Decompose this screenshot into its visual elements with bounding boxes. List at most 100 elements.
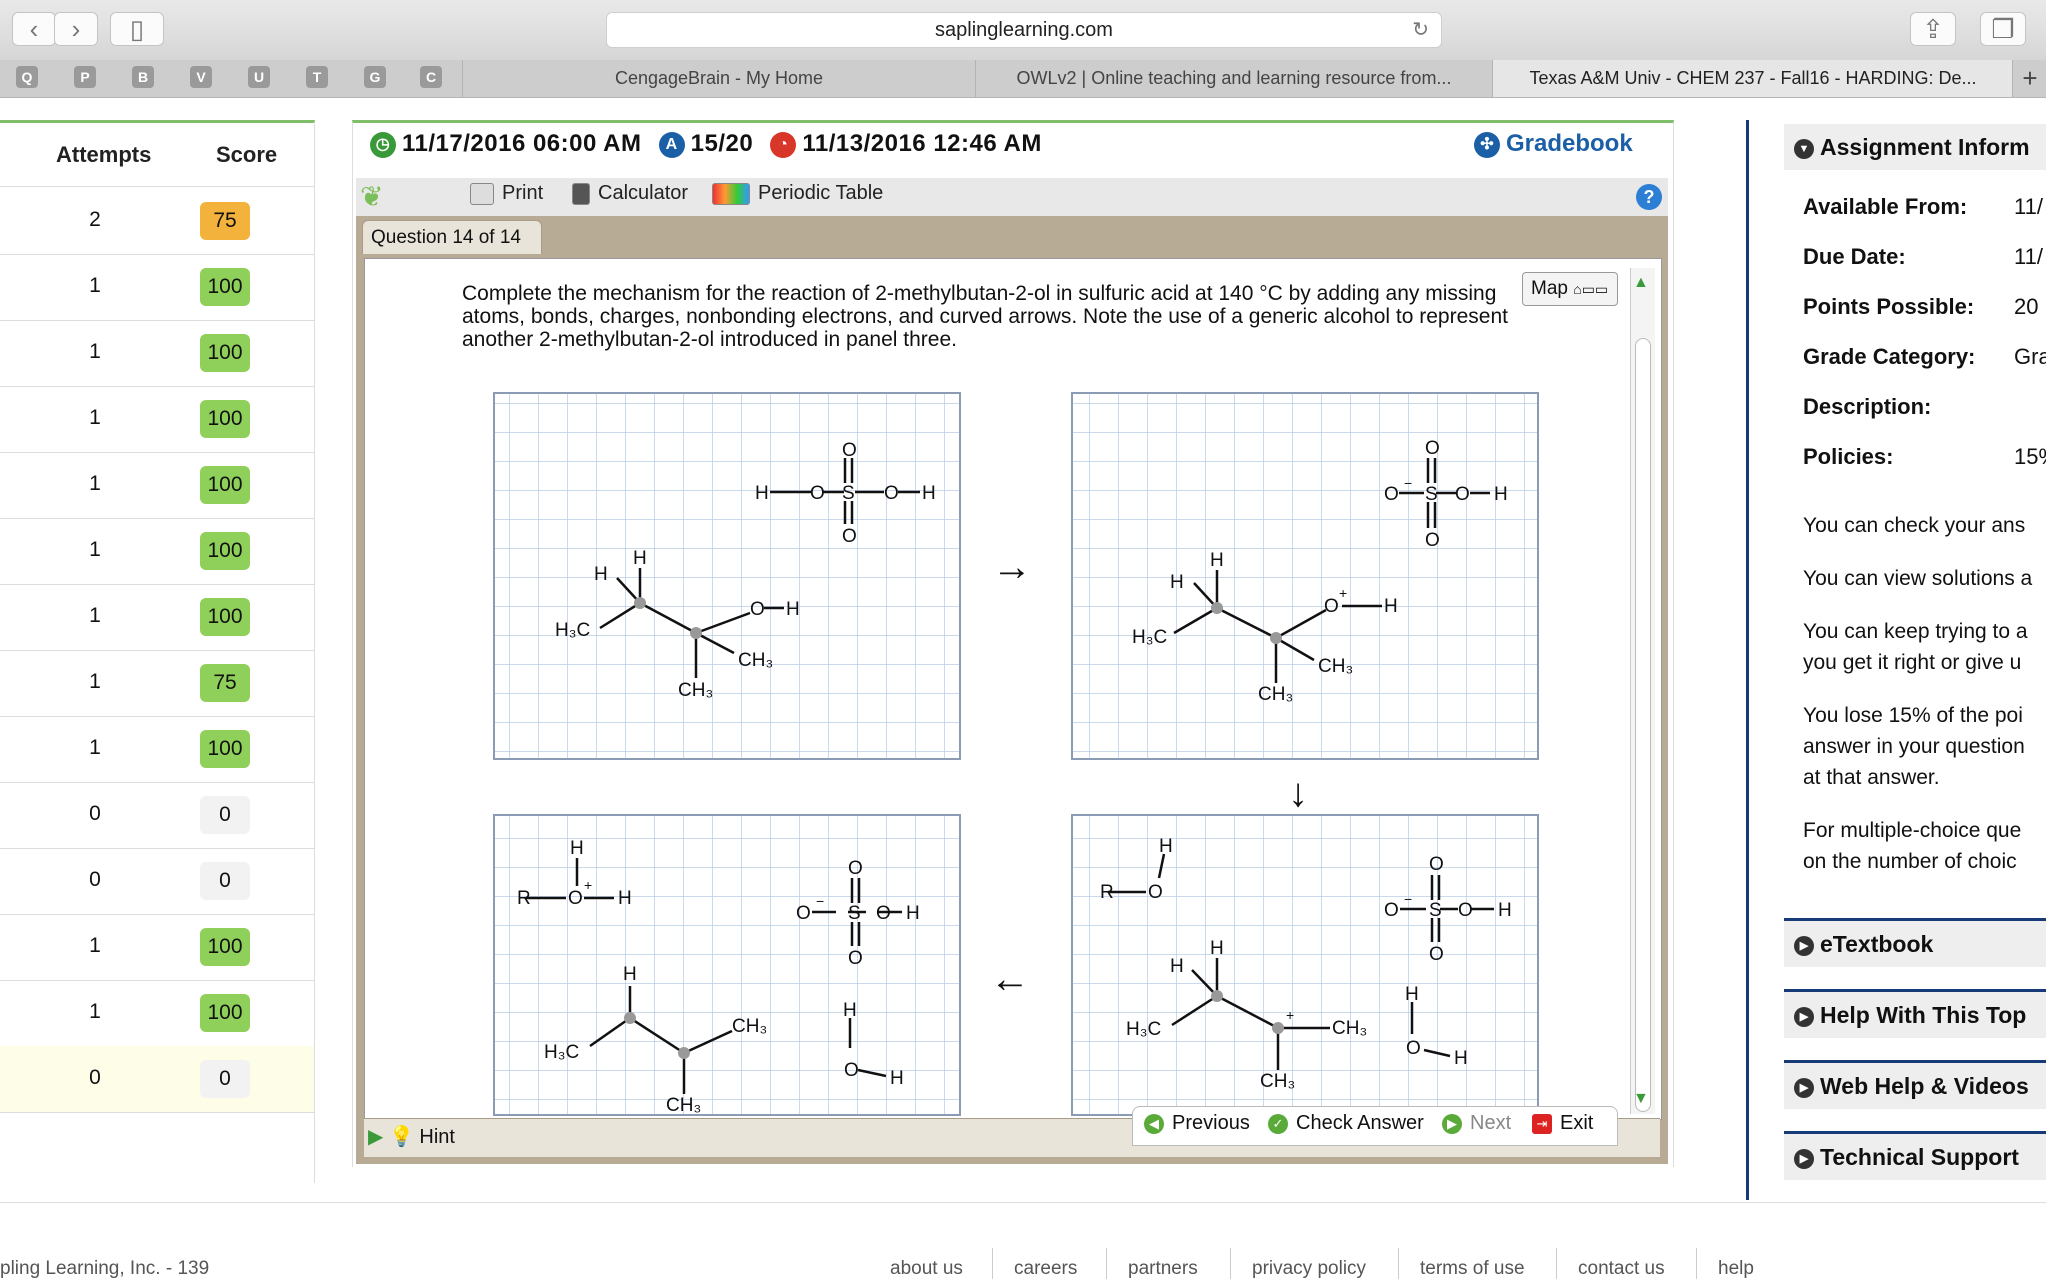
footer-divider [0, 1202, 2046, 1203]
score-row[interactable]: 1 100 [0, 914, 314, 981]
time-icon: ◔ [770, 131, 797, 158]
play-icon: ▶ [368, 1126, 384, 1148]
score-badge: 100 [200, 928, 250, 966]
bookmark-b[interactable]: B [132, 66, 154, 88]
mechanism-panel-3[interactable]: R O + H H H₃C CH₃ CH₃ H O − S O H O O H … [493, 814, 961, 1116]
lightbulb-icon: 💡 [388, 1126, 414, 1148]
score-row[interactable]: 1 100 [0, 254, 314, 321]
footer-link[interactable]: careers [1014, 1258, 1077, 1280]
bookmark-g[interactable]: G [364, 66, 386, 88]
footer-link[interactable]: privacy policy [1252, 1258, 1366, 1280]
forward-button[interactable]: › [54, 12, 98, 46]
footer-link[interactable]: contact us [1578, 1258, 1665, 1280]
bookmark-t[interactable]: T [306, 66, 328, 88]
atom-h: H [1159, 836, 1173, 857]
tab-cengagebrain[interactable]: CengageBrain - My Home [462, 60, 975, 97]
points-value: 15/20 [690, 130, 754, 157]
gradebook-link[interactable]: ✣ Gradebook [1474, 130, 1633, 158]
charge-minus: − [816, 893, 824, 909]
atom-o-minus: O [1384, 900, 1399, 921]
attempts-cell: 1 [89, 670, 101, 693]
reload-icon[interactable]: ↻ [1412, 13, 1429, 47]
bookmark-q[interactable]: Q [16, 66, 38, 88]
charge-minus: − [1404, 475, 1412, 491]
periodic-table-button[interactable]: Periodic Table [712, 182, 883, 205]
attempts-cell: 1 [89, 934, 101, 957]
atom-o: O [848, 948, 863, 969]
atom-h: H [922, 483, 936, 504]
score-row[interactable]: 00 [0, 1046, 314, 1113]
sidebar-section[interactable]: ▶ Technical Support [1784, 1131, 2046, 1180]
info-label: Points Possible: [1803, 294, 1975, 319]
score-row[interactable]: 2 75 [0, 188, 314, 255]
info-label: Due Date: [1803, 244, 1906, 269]
atom-h: H [1405, 984, 1419, 1005]
bookmark-v[interactable]: V [190, 66, 212, 88]
score-row[interactable]: 1 100 [0, 386, 314, 453]
mechanism-panel-1[interactable]: H₃C CH₃ CH₃ H H O H H O S O H O O [493, 392, 961, 760]
new-tab-button[interactable]: + [2012, 60, 2046, 97]
question-tab[interactable]: Question 14 of 14 [362, 220, 542, 254]
print-button[interactable]: Print [470, 182, 543, 205]
assignment-info-title: Assignment Inform [1820, 134, 2030, 160]
score-row[interactable]: 1 100 [0, 980, 314, 1047]
score-badge: 100 [200, 598, 250, 636]
calculator-button[interactable]: Calculator [572, 182, 688, 205]
check-answer-button[interactable]: ✓ Check Answer [1268, 1112, 1424, 1135]
footer-link[interactable]: about us [890, 1258, 963, 1280]
assignment-info-header[interactable]: ▼ Assignment Inform [1784, 124, 2046, 170]
hint-toggle[interactable]: ▶ 💡 Hint [368, 1124, 455, 1149]
sidebar-section[interactable]: ▶ Help With This Top [1784, 989, 2046, 1038]
atom-h3c: H₃C [544, 1042, 579, 1063]
share-button[interactable]: ⇪ [1910, 12, 1956, 46]
atom-ch3: CH₃ [1258, 684, 1293, 705]
info-label: Grade Category: [1803, 344, 1976, 369]
footer-link[interactable]: partners [1128, 1258, 1198, 1280]
atom-h: H [623, 964, 637, 985]
score-row[interactable]: 00 [0, 782, 314, 849]
score-row[interactable]: 1 100 [0, 320, 314, 387]
score-row[interactable]: 1 100 [0, 452, 314, 519]
atom-h: H [594, 564, 608, 585]
back-button[interactable]: ‹ [12, 12, 56, 46]
calculator-label: Calculator [598, 182, 689, 204]
score-row[interactable]: 1 100 [0, 716, 314, 783]
score-badge: 100 [200, 268, 250, 306]
sidebar-section[interactable]: ▶ eTextbook [1784, 918, 2046, 967]
atom-h: H [1498, 900, 1512, 921]
exit-button[interactable]: ⇥ Exit [1532, 1112, 1593, 1135]
sidebar-section[interactable]: ▶ Web Help & Videos [1784, 1060, 2046, 1109]
bookmark-p[interactable]: P [74, 66, 96, 88]
footer-link[interactable]: help [1718, 1258, 1754, 1280]
address-bar[interactable]: saplinglearning.com ↻ [606, 12, 1442, 48]
bookmark-c[interactable]: C [420, 66, 442, 88]
atom-o: O [848, 858, 863, 879]
score-row[interactable]: 1 75 [0, 650, 314, 717]
sidebar-section-label: eTextbook [1820, 931, 1934, 957]
atom-o: O [1406, 1038, 1421, 1059]
score-row[interactable]: 1 100 [0, 584, 314, 651]
next-button[interactable]: ▶ Next [1442, 1112, 1511, 1135]
tab-texas-am[interactable]: Texas A&M Univ - CHEM 237 - Fall16 - HAR… [1492, 60, 2013, 97]
calculator-icon [572, 182, 590, 205]
atom-h: H [906, 903, 920, 924]
status-line: ◷ 11/17/2016 06:00 AM A 15/20 ◔ 11/13/2016 … [370, 130, 1042, 166]
footer-link[interactable]: terms of use [1420, 1258, 1525, 1280]
expand-icon: ▶ [1794, 1006, 1814, 1027]
score-badge: 100 [200, 466, 250, 504]
previous-button[interactable]: ◀ Previous [1144, 1112, 1250, 1135]
header-divider [0, 186, 314, 187]
tabs-overview-button[interactable]: ❐ [1980, 12, 2026, 46]
mechanism-panel-4[interactable]: R O H H₃C CH₃ CH₃ + H H O − S O H O O H … [1071, 814, 1539, 1116]
bookmark-u[interactable]: U [248, 66, 270, 88]
sidebar-section-label: Web Help & Videos [1820, 1073, 2029, 1099]
atom-h: H [1384, 596, 1398, 617]
mechanism-panel-2[interactable]: H₃C CH₃ CH₃ H H O + H O − S O H O O [1071, 392, 1539, 760]
tab-owlv2[interactable]: OWLv2 | Online teaching and learning res… [975, 60, 1492, 97]
score-row[interactable]: 00 [0, 848, 314, 915]
help-icon[interactable]: ? [1636, 184, 1662, 210]
atom-h: H [786, 599, 800, 620]
attempts-cell: 2 [89, 208, 101, 231]
sidebar-toggle-button[interactable]: ▯ [110, 12, 164, 46]
score-row[interactable]: 1 100 [0, 518, 314, 585]
